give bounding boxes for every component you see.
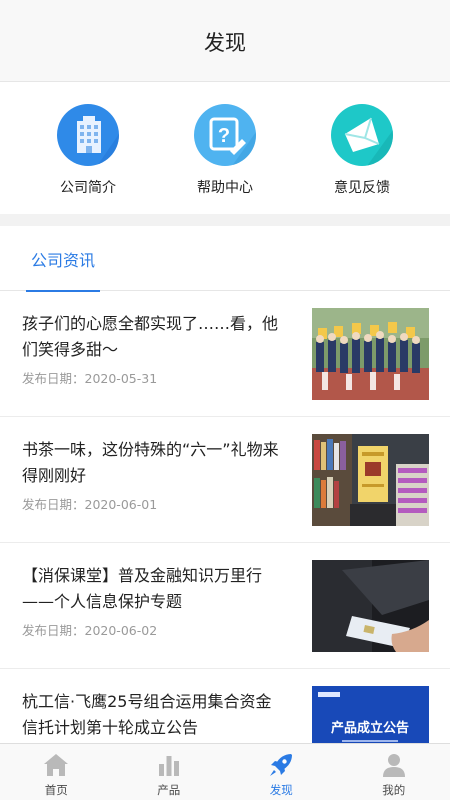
svg-text:?: ?: [218, 125, 230, 147]
news-item[interactable]: 书茶一味，这份特殊的“六一”礼物来得刚刚好 发布日期：2020-06-01: [0, 417, 450, 543]
header: 发现: [0, 0, 450, 82]
tabbar-label: 产品: [157, 783, 181, 797]
tabbar-item-discover[interactable]: 发现: [225, 744, 338, 800]
news-item[interactable]: 【消保课堂】普及金融知识万里行——个人信息保护专题 发布日期：2020-06-0…: [0, 543, 450, 669]
shortcut-label: 帮助中心: [197, 180, 253, 196]
news-title: 杭工信·飞鹰25号组合运用集合资金信托计划第十轮成立公告: [22, 692, 272, 737]
news-item[interactable]: 孩子们的心愿全都实现了……看，他们笑得多甜～ 发布日期：2020-05-31: [0, 291, 450, 417]
section-divider: [0, 214, 450, 226]
help-center-shortcut[interactable]: ? 帮助中心: [165, 104, 285, 214]
news-date: 发布日期：2020-06-01: [22, 497, 158, 512]
tab-strip: 公司资讯: [0, 226, 450, 292]
news-thumbnail: [312, 308, 429, 400]
rocket-icon: [270, 754, 293, 776]
tab-company-news[interactable]: 公司资讯: [26, 226, 100, 292]
tabbar-item-mine[interactable]: 我的: [338, 744, 450, 800]
news-title: 孩子们的心愿全都实现了……看，他们笑得多甜～: [22, 314, 279, 359]
news-thumbnail: [312, 434, 429, 526]
company-profile-shortcut[interactable]: 公司简介: [28, 104, 148, 214]
page-title: 发现: [204, 30, 246, 55]
bar-chart-icon: [158, 756, 179, 776]
news-title: 【消保课堂】普及金融知识万里行——个人信息保护专题: [22, 566, 263, 611]
news-list: 孩子们的心愿全都实现了……看，他们笑得多甜～ 发布日期：2020-05-31 书…: [0, 291, 450, 795]
shortcut-bar: 公司简介 ? 帮助中心 意见反馈: [0, 82, 450, 214]
news-date: 发布日期：2020-05-31: [22, 371, 158, 386]
building-icon: [57, 104, 119, 166]
shortcut-label: 意见反馈: [334, 180, 390, 196]
shortcut-label: 公司简介: [60, 180, 116, 196]
tabbar-label: 我的: [382, 783, 406, 797]
thumbnail-text: 产品成立公告: [331, 720, 409, 736]
tabbar-label: 发现: [269, 783, 293, 797]
home-icon: [44, 754, 69, 776]
help-question-icon: ?: [194, 104, 256, 166]
feedback-shortcut[interactable]: 意见反馈: [302, 104, 422, 214]
tabbar-label: 首页: [44, 783, 68, 797]
news-date: 发布日期：2020-06-02: [22, 623, 158, 638]
tabbar-item-home[interactable]: 首页: [0, 744, 113, 800]
news-title: 书茶一味，这份特殊的“六一”礼物来得刚刚好: [22, 440, 279, 485]
news-thumbnail: [312, 560, 429, 652]
user-icon: [382, 754, 405, 777]
tabbar-item-products[interactable]: 产品: [113, 744, 226, 800]
feedback-envelope-icon: [331, 104, 393, 166]
bottom-tab-bar: 首页 产品 发现 我的: [0, 743, 450, 800]
